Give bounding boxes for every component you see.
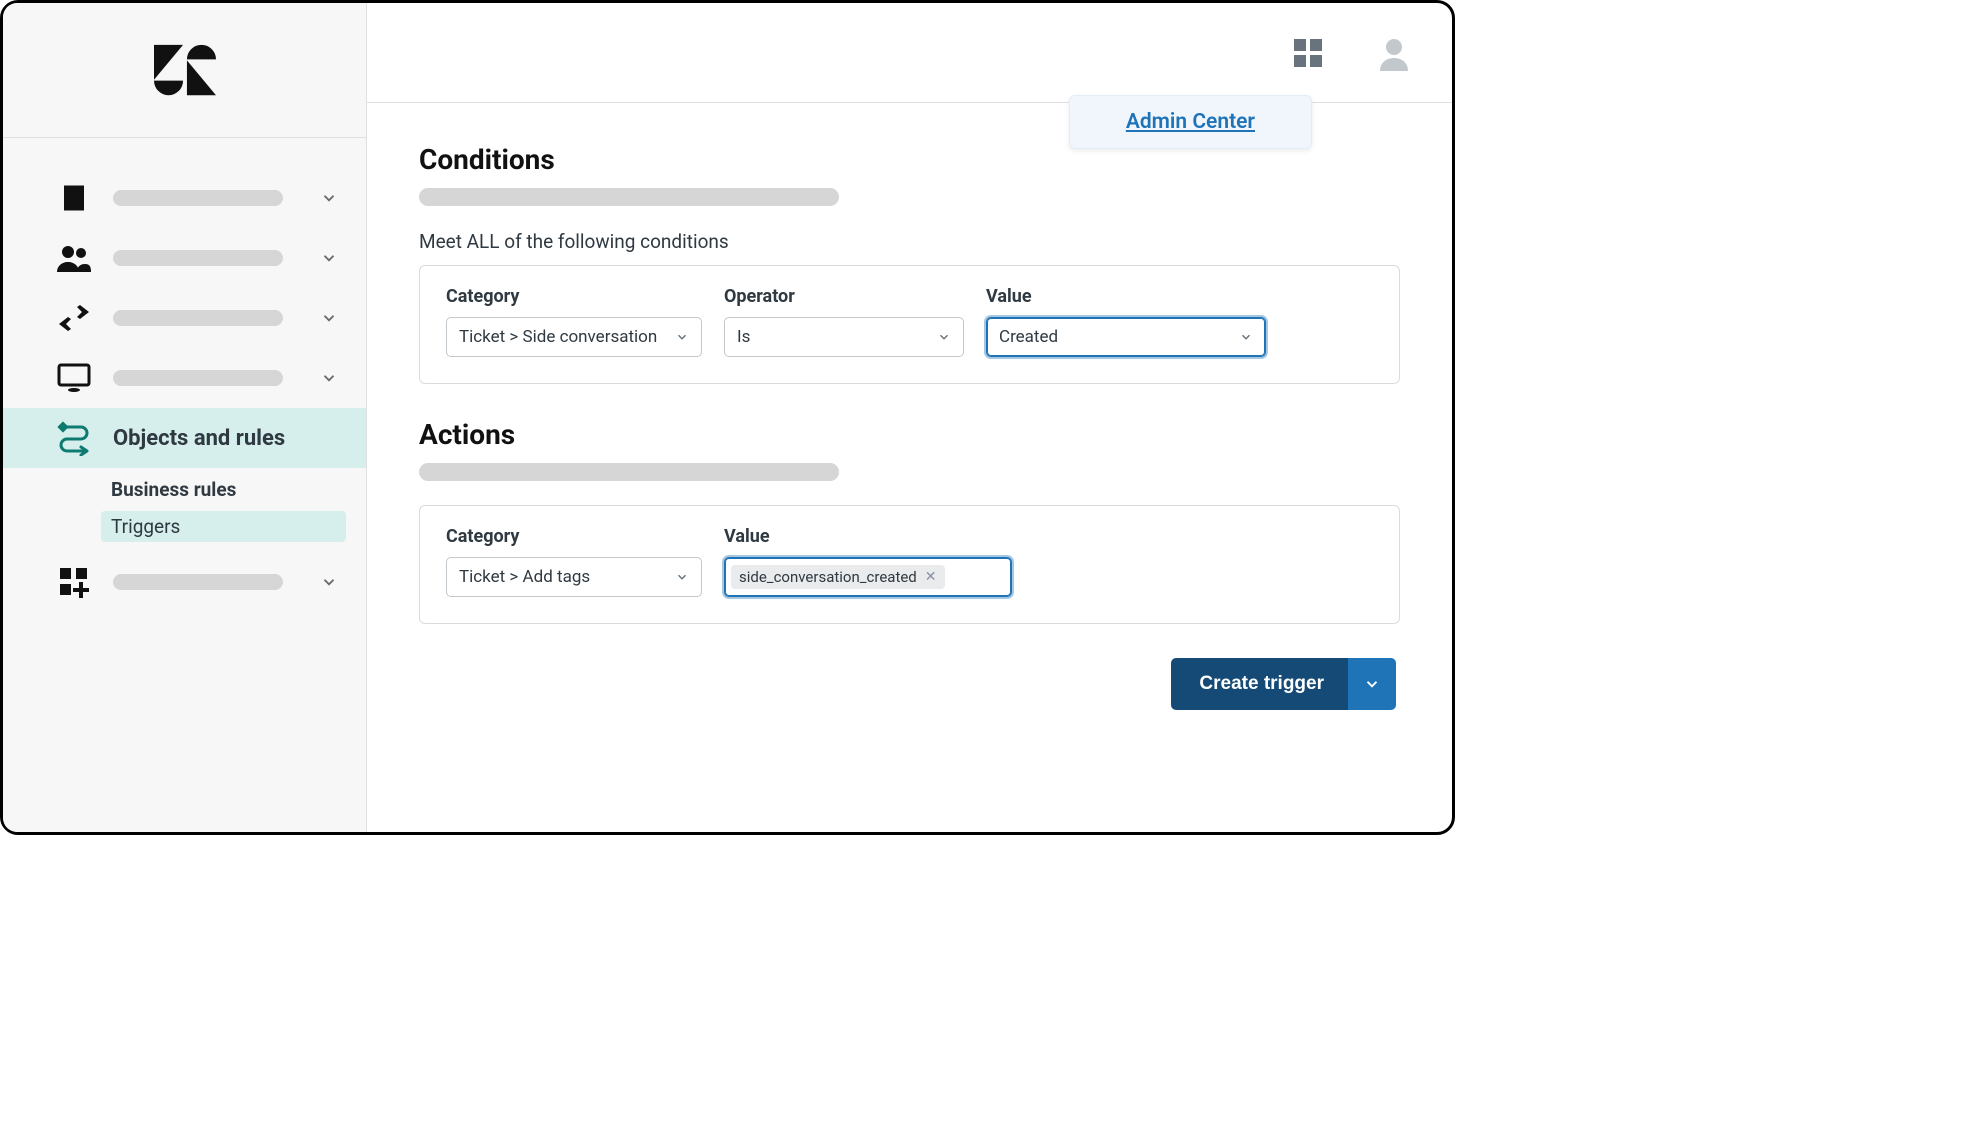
sidebar-item-label: Objects and rules [113, 426, 285, 451]
placeholder [113, 190, 283, 206]
create-trigger-button[interactable]: Create trigger [1171, 658, 1352, 710]
condition-category-label: Category [446, 286, 702, 307]
logo [3, 3, 366, 138]
chevron-down-icon [320, 573, 338, 591]
chevron-down-icon [675, 570, 689, 584]
admin-center-link[interactable]: Admin Center [1126, 110, 1255, 134]
placeholder [113, 250, 283, 266]
chevron-down-icon [320, 249, 338, 267]
apps-add-icon [53, 566, 95, 598]
condition-value-select[interactable]: Created [986, 317, 1266, 357]
monitor-icon [53, 363, 95, 393]
placeholder [113, 310, 283, 326]
sidebar-item-apps[interactable] [3, 552, 366, 612]
main: Admin Center Conditions Meet ALL of the … [367, 3, 1452, 832]
tag-text: side_conversation_created [739, 568, 917, 586]
placeholder [419, 463, 839, 481]
select-value: Is [737, 327, 750, 347]
profile-icon[interactable] [1376, 35, 1412, 71]
actions-panel: Category Ticket > Add tags Value side_co… [419, 505, 1400, 624]
chevron-down-icon [937, 330, 951, 344]
placeholder [419, 188, 839, 206]
condition-operator-label: Operator [724, 286, 964, 307]
chevron-down-icon [320, 189, 338, 207]
conditions-subheading: Meet ALL of the following conditions [419, 230, 1400, 253]
sidebar: Objects and rules Business rules Trigger… [3, 3, 367, 832]
chevron-down-icon [675, 330, 689, 344]
placeholder [113, 370, 283, 386]
sidebar-item-people[interactable] [3, 228, 366, 288]
condition-value-label: Value [986, 286, 1266, 307]
tag-chip: side_conversation_created ✕ [731, 565, 945, 589]
conditions-panel: Category Ticket > Side conversation Oper… [419, 265, 1400, 384]
sidebar-item-channels[interactable] [3, 288, 366, 348]
placeholder [113, 574, 283, 590]
sidebar-nav: Objects and rules Business rules Trigger… [3, 138, 366, 612]
action-tags-input[interactable]: side_conversation_created ✕ [724, 557, 1012, 597]
apps-grid-icon[interactable] [1290, 35, 1326, 71]
sidebar-item-account[interactable] [3, 168, 366, 228]
subnav-item-triggers[interactable]: Triggers [101, 511, 346, 542]
building-icon [53, 183, 95, 213]
footer-actions: Create trigger [419, 658, 1400, 710]
subnav-heading: Business rules [111, 468, 346, 511]
action-category-select[interactable]: Ticket > Add tags [446, 557, 702, 597]
arrows-horizontal-icon [53, 305, 95, 331]
chevron-down-icon [320, 369, 338, 387]
workflow-icon [53, 420, 95, 456]
chevron-down-icon [320, 309, 338, 327]
topbar [367, 3, 1452, 103]
actions-title: Actions [419, 418, 1400, 451]
people-icon [53, 244, 95, 272]
chevron-down-icon [1363, 675, 1381, 693]
sidebar-subnav: Business rules Triggers [3, 468, 366, 542]
action-category-label: Category [446, 526, 702, 547]
create-trigger-dropdown-button[interactable] [1348, 658, 1396, 710]
select-value: Created [999, 327, 1058, 347]
select-value: Ticket > Side conversation [459, 327, 657, 347]
action-value-label: Value [724, 526, 1012, 547]
content: Conditions Meet ALL of the following con… [367, 103, 1452, 832]
remove-tag-icon[interactable]: ✕ [925, 569, 937, 585]
admin-center-popover: Admin Center [1069, 95, 1312, 149]
condition-operator-select[interactable]: Is [724, 317, 964, 357]
zendesk-logo-icon [154, 44, 216, 96]
sidebar-item-workspaces[interactable] [3, 348, 366, 408]
sidebar-item-objects-and-rules[interactable]: Objects and rules [3, 408, 366, 468]
select-value: Ticket > Add tags [459, 567, 590, 587]
condition-category-select[interactable]: Ticket > Side conversation [446, 317, 702, 357]
chevron-down-icon [1239, 330, 1253, 344]
